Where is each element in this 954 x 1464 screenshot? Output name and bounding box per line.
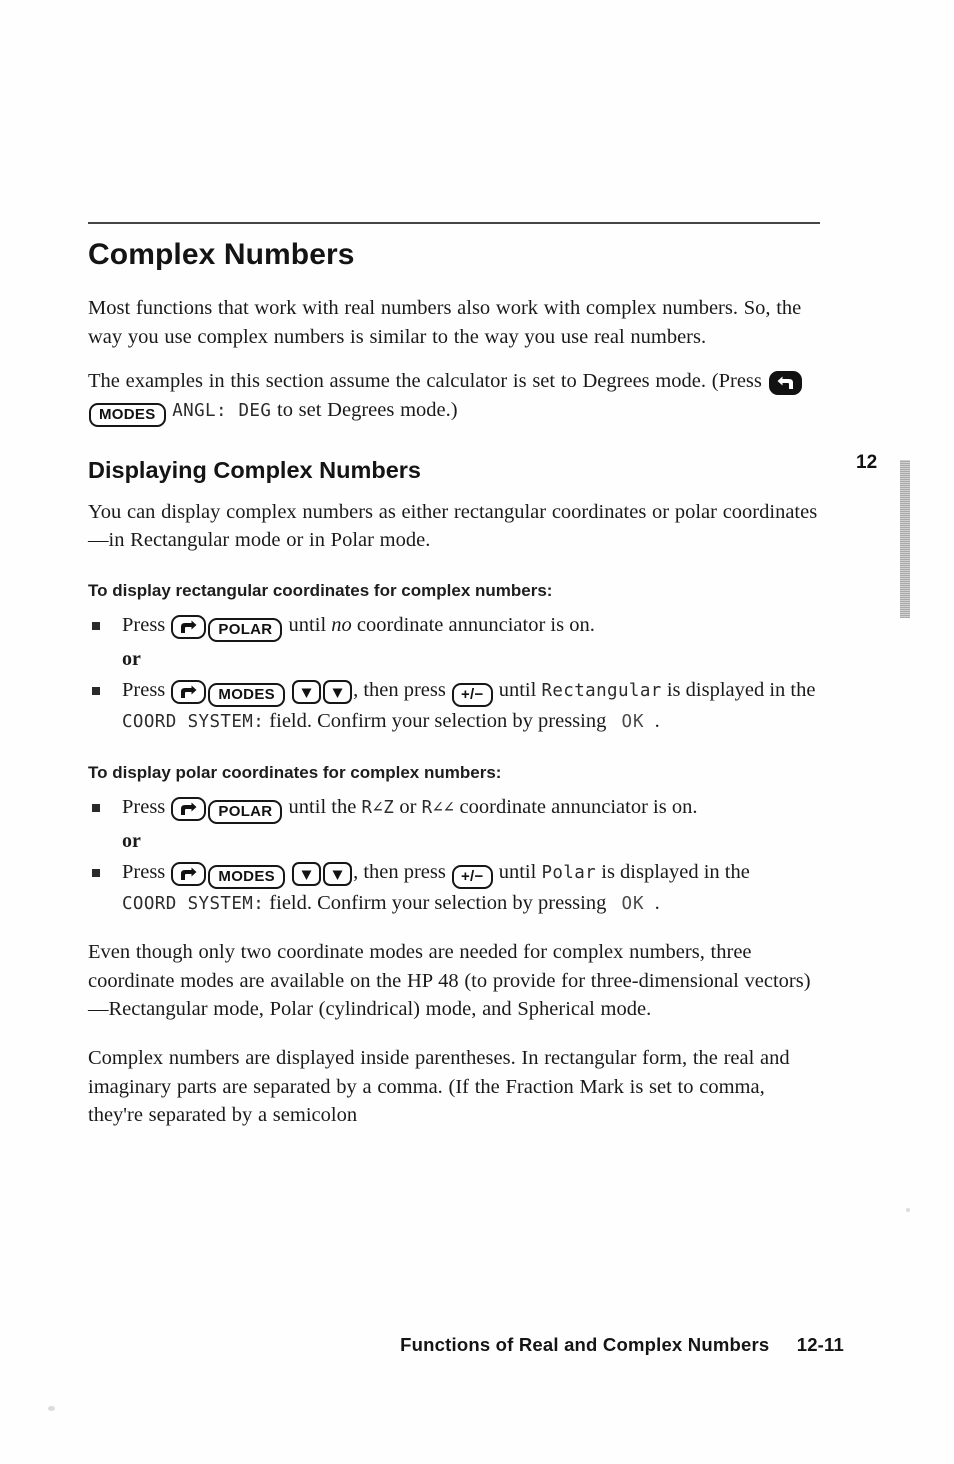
polar-steps-list: Press POLAR until the R∠Z or R∠∠ coordin…	[88, 793, 820, 824]
step-text: .	[654, 891, 660, 914]
thumb-tab-bar	[900, 460, 910, 618]
key-polar[interactable]: POLAR	[208, 799, 283, 824]
list-item: Press POLAR until no coordinate annuncia…	[88, 611, 820, 642]
key-down-arrow[interactable]	[292, 680, 322, 705]
step-text: until	[498, 678, 537, 701]
parentheses-paragraph: Complex numbers are displayed inside par…	[88, 1046, 790, 1127]
lcd-rectangular: Rectangular	[541, 680, 662, 701]
left-shift-arrow-icon	[777, 373, 794, 393]
softkey-ok[interactable]: OK	[611, 894, 654, 914]
lcd-coord-system-field: COORD SYSTEM:	[122, 893, 265, 914]
step-text: , then press	[353, 860, 446, 883]
step-text: field. Confirm your selection by pressin…	[269, 709, 607, 732]
key-modes[interactable]: MODES	[208, 864, 285, 889]
key-right-shift[interactable]	[171, 614, 207, 639]
key-right-shift[interactable]	[171, 796, 207, 821]
step-text: field. Confirm your selection by pressin…	[269, 891, 607, 914]
step-text: Press	[122, 678, 166, 701]
square-bullet-icon	[92, 803, 100, 812]
chapter-thumb-tab: 12	[856, 452, 936, 622]
emphasis-no: no	[331, 613, 352, 636]
subsection-polar: To display polar coordinates for complex…	[88, 762, 502, 782]
step-text: Press	[122, 613, 166, 636]
lcd-annunciator-spherical: R∠∠	[421, 797, 455, 818]
step-text: Press	[122, 795, 166, 818]
scan-speckle	[48, 1406, 55, 1411]
key-down-arrow[interactable]	[323, 862, 353, 887]
right-shift-arrow-icon	[180, 617, 197, 637]
rectangular-steps-list-2: Press MODES , then press +/− until Recta…	[88, 676, 820, 737]
title-rule	[88, 222, 820, 224]
scan-speckle	[906, 1208, 910, 1212]
key-modes[interactable]: MODES	[89, 402, 166, 427]
list-item: Press POLAR until the R∠Z or R∠∠ coordin…	[88, 793, 820, 824]
down-arrow-icon	[331, 682, 344, 702]
three-modes-paragraph: Even though only two coordinate modes ar…	[88, 941, 811, 1021]
lcd-coord-system-field: COORD SYSTEM:	[122, 711, 265, 732]
section-title-displaying: Displaying Complex Numbers	[88, 456, 421, 483]
or-separator-rectangular: or	[122, 647, 141, 670]
intro-paragraph: Most functions that work with real numbe…	[88, 297, 802, 348]
key-down-arrow[interactable]	[292, 862, 322, 887]
right-shift-arrow-icon	[180, 682, 197, 702]
key-polar[interactable]: POLAR	[208, 617, 283, 642]
softkey-ok[interactable]: OK	[611, 712, 654, 732]
step-text: coordinate annunciator is on.	[459, 795, 698, 818]
key-plus-minus[interactable]: +/−	[452, 682, 493, 707]
step-text: Press	[122, 860, 166, 883]
lcd-annunciator-cylindrical: R∠Z	[361, 797, 395, 818]
step-text: or	[399, 795, 417, 818]
lcd-angle-deg: ANGL: DEG	[172, 400, 272, 421]
right-shift-arrow-icon	[180, 864, 197, 884]
down-arrow-icon	[300, 682, 313, 702]
page-footer: Functions of Real and Complex Numbers 12…	[88, 1334, 844, 1356]
or-separator-polar: or	[122, 829, 141, 852]
right-shift-arrow-icon	[180, 799, 197, 819]
list-item: Press MODES , then press +/− until Polar…	[88, 858, 820, 919]
square-bullet-icon	[92, 621, 100, 630]
polar-steps-list-2: Press MODES , then press +/− until Polar…	[88, 858, 820, 919]
square-bullet-icon	[92, 686, 100, 695]
footer-title: Functions of Real and Complex Numbers	[400, 1334, 770, 1355]
page-title: Complex Numbers	[88, 238, 355, 271]
step-text: is displayed in the	[666, 678, 816, 701]
key-modes[interactable]: MODES	[208, 682, 285, 707]
key-down-arrow[interactable]	[323, 680, 353, 705]
manual-page: 12 Complex Numbers Most functions that w…	[0, 0, 954, 1464]
down-arrow-icon	[331, 864, 344, 884]
step-text: .	[654, 709, 660, 732]
display-modes-paragraph: You can display complex numbers as eithe…	[88, 500, 818, 552]
step-text: until	[288, 613, 327, 636]
lcd-polar: Polar	[541, 862, 597, 883]
page-content: Complex Numbers Most functions that work…	[88, 222, 820, 1146]
square-bullet-icon	[92, 868, 100, 877]
rectangular-steps-list: Press POLAR until no coordinate annuncia…	[88, 611, 820, 642]
key-left-shift[interactable]	[768, 371, 802, 396]
degrees-text-before: The examples in this section assume the …	[88, 370, 762, 393]
key-right-shift[interactable]	[171, 861, 207, 886]
list-item: Press MODES , then press +/− until Recta…	[88, 676, 820, 737]
key-plus-minus[interactable]: +/−	[452, 864, 493, 889]
step-text: coordinate annunciator is on.	[356, 613, 595, 636]
step-text: until	[498, 860, 537, 883]
degrees-mode-paragraph: The examples in this section assume the …	[88, 367, 820, 427]
down-arrow-icon	[300, 864, 313, 884]
chapter-number: 12	[856, 452, 878, 473]
step-text: until the	[288, 795, 357, 818]
step-text: , then press	[353, 678, 446, 701]
degrees-text-after: to set Degrees mode.)	[277, 398, 458, 421]
subsection-rectangular: To display rectangular coordinates for c…	[88, 580, 553, 600]
step-text: is displayed in the	[601, 860, 750, 883]
key-right-shift[interactable]	[171, 679, 207, 704]
footer-page-number: 12-11	[796, 1334, 844, 1355]
